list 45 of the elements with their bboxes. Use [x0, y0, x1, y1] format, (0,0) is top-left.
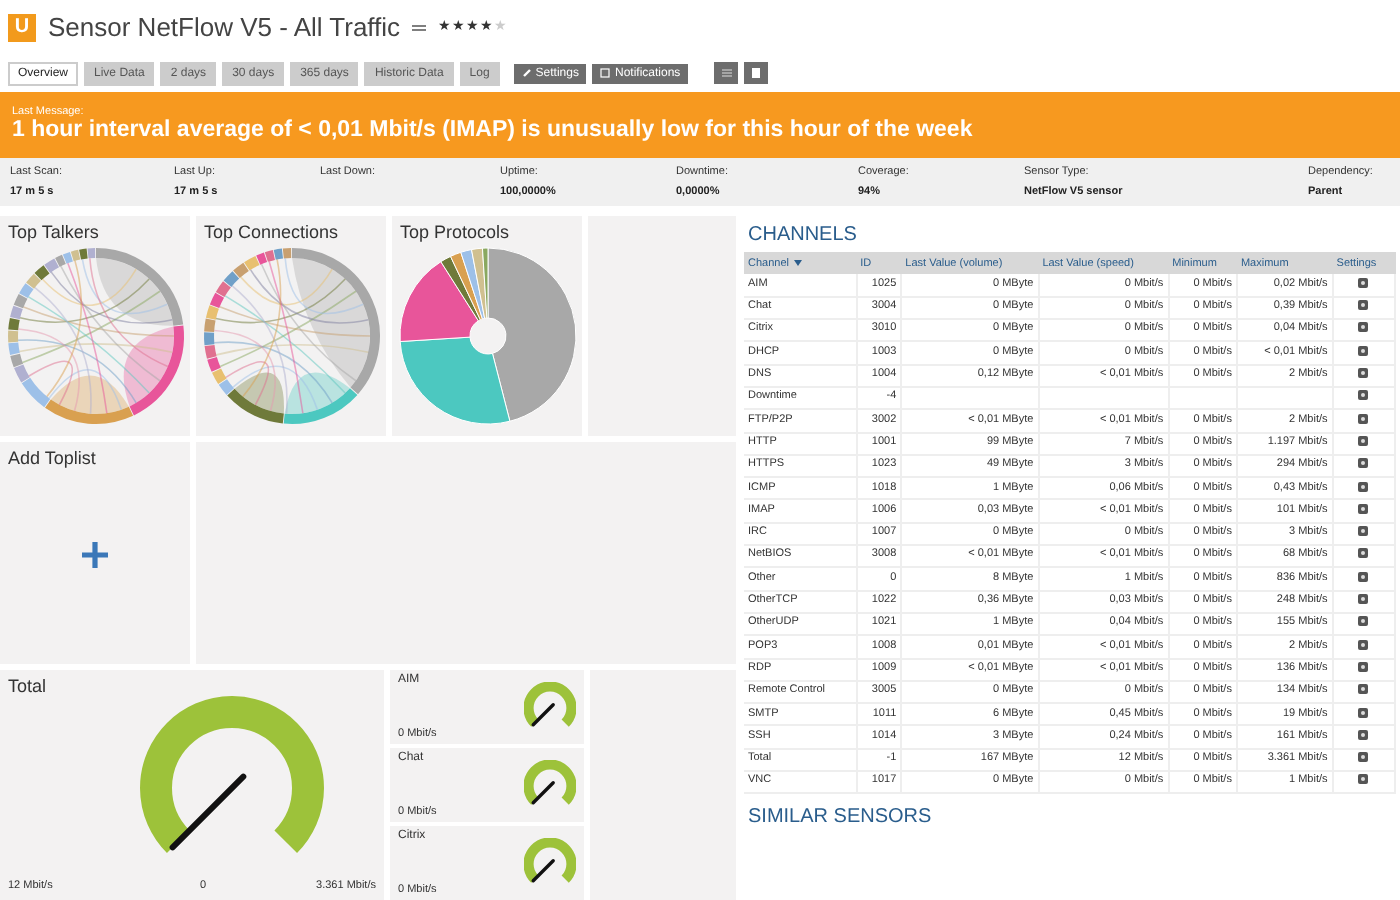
gear-icon[interactable] [1358, 594, 1369, 605]
gauge-drawing [524, 681, 576, 733]
gear-icon[interactable] [1358, 707, 1369, 718]
gear-icon[interactable] [1358, 345, 1369, 356]
sensor-title: Sensor NetFlow V5 - All Traffic [48, 12, 401, 42]
gear-icon[interactable] [1358, 413, 1369, 424]
gear-icon[interactable] [1358, 458, 1369, 469]
card-title: Top Protocols [398, 220, 512, 242]
plus-icon[interactable] [82, 542, 108, 568]
list-icon-button[interactable] [714, 62, 739, 84]
gear-icon[interactable] [1358, 729, 1369, 740]
card-title: Total [6, 674, 49, 696]
page-icon [752, 68, 761, 78]
gear-icon[interactable] [1358, 639, 1369, 650]
gear-icon[interactable] [1358, 684, 1369, 695]
sort-caret-icon [793, 260, 801, 266]
list-icon [721, 68, 732, 78]
square-icon [600, 68, 611, 78]
gear-icon[interactable] [1358, 526, 1369, 537]
gear-icon[interactable] [1358, 481, 1369, 492]
add-toplist-card[interactable]: Add Toplist [0, 442, 190, 664]
message-text: 1 hour interval average of < 0,01 Mbit/s (IMAP) is unusually low for this hour of the week [12, 117, 975, 141]
gauge-drawing [524, 837, 576, 889]
gear-icon[interactable] [1358, 661, 1369, 672]
gear-icon[interactable] [1358, 390, 1369, 401]
card-title: Top Talkers [6, 220, 101, 242]
gauge-drawing [524, 759, 576, 811]
gear-icon[interactable] [1358, 503, 1369, 514]
section-title: SIMILAR SENSORS [746, 804, 934, 833]
card-title: Add Toplist [6, 446, 98, 468]
gear-icon[interactable] [1358, 435, 1369, 446]
gear-icon[interactable] [1358, 752, 1369, 763]
section-title: CHANNELS [746, 222, 859, 250]
app-logo: U [8, 13, 36, 41]
gear-icon[interactable] [1358, 548, 1369, 559]
pencil-icon [521, 68, 532, 78]
gear-icon[interactable] [1358, 322, 1369, 333]
gear-icon[interactable] [1358, 368, 1369, 379]
gear-icon[interactable] [1358, 571, 1369, 582]
page-icon-button[interactable] [744, 62, 769, 84]
gear-icon[interactable] [1358, 277, 1369, 288]
gear-icon[interactable] [1358, 616, 1369, 627]
gear-icon[interactable] [1358, 774, 1369, 785]
card-title: Top Connections [202, 220, 341, 242]
gear-icon[interactable] [1358, 300, 1369, 311]
